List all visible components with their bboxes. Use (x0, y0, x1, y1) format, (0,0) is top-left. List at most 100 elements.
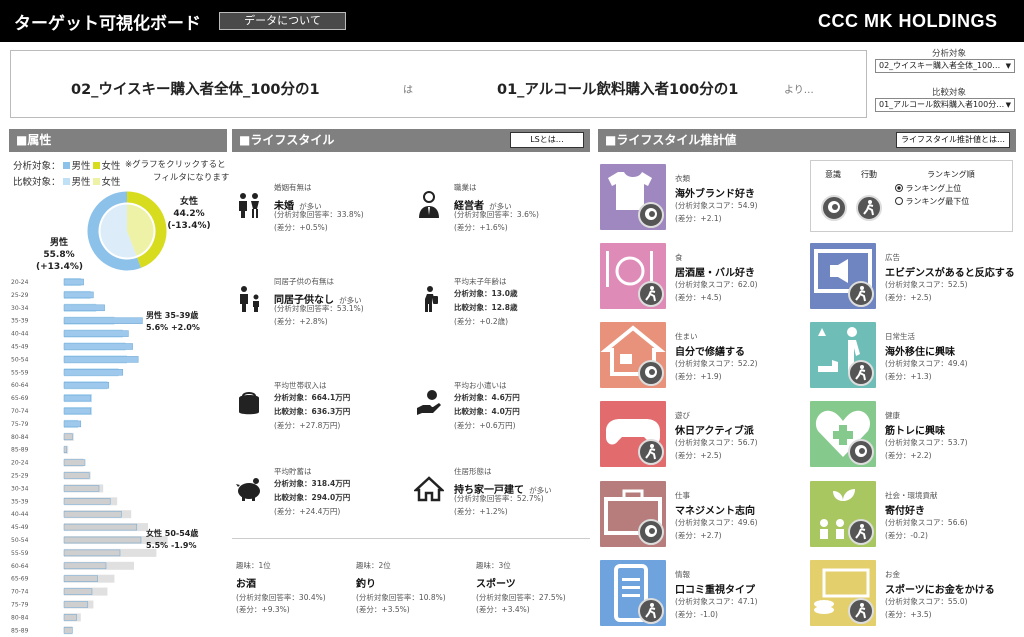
house-icon (412, 474, 446, 504)
male-target-bar[interactable] (63, 343, 133, 350)
estimate-category: 食 (675, 253, 683, 262)
action-icon (638, 598, 664, 624)
male-target-bar[interactable] (63, 356, 139, 363)
estimate-category: お金 (885, 570, 900, 579)
action-icon (638, 439, 664, 465)
lifestyle-diff: (差分：+0.6万円) (454, 421, 516, 430)
couple-icon (234, 190, 264, 220)
female-target-bar[interactable] (63, 498, 111, 505)
estimate-item[interactable]: 健康 筋トレに興味 (分析対象スコア：53.7) (差分：+2.2) (810, 401, 1010, 469)
action-icon (638, 281, 664, 307)
female-target-bar[interactable] (63, 536, 142, 544)
lifestyle-base-value: 比較対象：12.8歳 (454, 303, 518, 312)
estimate-item[interactable]: 衣類 海外ブランド好き (分析対象スコア：54.9) (差分：+2.1) (600, 164, 800, 232)
lifestyle-base-value: 比較対象：636.3万円 (274, 407, 351, 416)
male-age-label: 40-44 (11, 331, 29, 338)
estimate-item[interactable]: 食 居酒屋・バル好き (分析対象スコア：62.0) (差分：+4.5) (600, 243, 800, 311)
estimate-item[interactable]: 遊び 休日アクティブ派 (分析対象スコア：56.7) (差分：+2.5) (600, 401, 800, 469)
male-target-bar[interactable] (63, 394, 91, 402)
female-target-bar[interactable] (63, 523, 138, 531)
lifestyle-item: 平均世帯収入は 分析対象：664.1万円 比較対象：636.3万円 (差分：+27.8… (234, 378, 410, 448)
ranking-bottom-option[interactable]: ランキング最下位 (895, 196, 969, 207)
lifestyle-diff: (差分：+0.2歳) (454, 317, 509, 326)
hobby-diff: (差分：+9.3%) (236, 605, 290, 614)
female-swatch (92, 162, 100, 169)
female-target-bar[interactable] (63, 588, 93, 595)
lifestyle-header: ■ライフスタイル LSとは… (232, 129, 590, 152)
base-select-label: 比較対象 (932, 88, 967, 98)
female-target-bar[interactable] (63, 614, 77, 621)
estimate-name: 筋トレに興味 (885, 426, 945, 437)
female-target-bar[interactable] (63, 549, 121, 557)
female-target-bar[interactable] (63, 510, 122, 518)
female-target-bar[interactable] (63, 627, 73, 634)
male-target-bar[interactable] (63, 304, 105, 312)
estimate-item[interactable]: 日常生活 海外移住に興味 (分析対象スコア：49.4) (差分：+1.3) (810, 322, 1010, 390)
female-target-bar[interactable] (63, 601, 89, 608)
estimate-diff: (差分：-0.2) (885, 531, 928, 540)
lifestyle-category: 同居子供の有無は (274, 277, 334, 286)
estimate-diff: (差分：+2.7) (675, 531, 722, 540)
awareness-icon (638, 360, 664, 386)
male-target-bar[interactable] (63, 291, 94, 299)
estimate-category: 情報 (675, 570, 690, 579)
female-age-label: 70-74 (11, 589, 29, 596)
estimates-header: ■ライフスタイル推計値 ライフスタイル推計値とは… (598, 129, 1016, 152)
estimate-diff: (差分：+3.5) (885, 610, 932, 619)
radio-checked-icon[interactable] (895, 184, 903, 192)
female-age-label: 25-29 (11, 473, 29, 480)
estimates-about-button[interactable]: ライフスタイル推計値とは… (896, 132, 1010, 148)
estimate-item[interactable]: 情報 口コミ重視タイプ (分析対象スコア：47.1) (差分：-1.0) (600, 560, 800, 628)
lifestyle-target-value: 分析対象：664.1万円 (274, 393, 351, 402)
male-target-bar[interactable] (63, 278, 84, 286)
about-data-button[interactable]: データについて (219, 12, 346, 30)
female-age-label: 35-39 (11, 498, 29, 505)
female-target-bar[interactable] (63, 446, 68, 453)
male-target-bar[interactable] (63, 381, 110, 389)
male-target-bar[interactable] (63, 420, 82, 428)
base-select[interactable]: 01_アルコール飲料購入者100分… ▼ (875, 98, 1015, 112)
target-segment-name: 02_ウイスキー購入者全体_100分の1 (71, 82, 320, 98)
base-segment-name: 01_アルコール飲料購入者100分の1 (497, 82, 739, 98)
female-target-bar[interactable] (63, 575, 98, 582)
lifestyle-category: 平均末子年齢は (454, 277, 507, 286)
estimate-category: 仕事 (675, 491, 690, 500)
male-age-label: 65-69 (11, 395, 29, 402)
estimate-diff: (差分：+1.9) (675, 372, 722, 381)
estimate-name: 休日アクティブ派 (675, 426, 754, 437)
female-target-bar[interactable] (63, 459, 86, 466)
estimate-item[interactable]: 広告 エビデンスがあると反応する (分析対象スコア：52.5) (差分：+2.5… (810, 243, 1015, 311)
lifestyle-rate: (分析対象回答率：33.8%) (274, 210, 364, 219)
lifestyle-target-value: 分析対象：318.4万円 (274, 479, 351, 488)
estimate-item[interactable]: お金 スポーツにお金をかける (分析対象スコア：55.0) (差分：+3.5) (810, 560, 1010, 628)
female-target-bar[interactable] (63, 433, 73, 441)
estimate-category: 遊び (675, 411, 690, 420)
female-target-bar[interactable] (63, 485, 100, 492)
male-target-bar[interactable] (63, 407, 91, 415)
hobby-diff: (差分：+3.5%) (356, 605, 410, 614)
estimate-item[interactable]: 社会・環境貢献 寄付好き (分析対象スコア：56.6) (差分：-0.2) (810, 481, 1010, 549)
male-target-bar[interactable] (63, 317, 143, 324)
male-target-bar[interactable] (63, 369, 124, 376)
female-target-bar[interactable] (63, 562, 107, 570)
estimate-item[interactable]: 仕事 マネジメント志向 (分析対象スコア：49.6) (差分：+2.7) (600, 481, 800, 549)
estimate-diff: (差分：+1.3) (885, 372, 932, 381)
radio-unchecked-icon[interactable] (895, 197, 903, 205)
estimate-score: (分析対象スコア：54.9) (675, 201, 758, 210)
lifestyle-base-value: 比較対象：4.0万円 (454, 407, 520, 416)
estimate-item[interactable]: 住まい 自分で修繕する (分析対象スコア：52.2) (差分：+1.9) (600, 322, 800, 390)
male-target-bar[interactable] (63, 330, 129, 337)
female-age-label: 20-24 (11, 460, 29, 467)
male-age-label: 75-79 (11, 421, 29, 428)
estimate-name: マネジメント志向 (675, 506, 755, 517)
lifestyle-target-value: 分析対象：13.0歳 (454, 289, 518, 298)
male-peak-annotation: 男性 35-39歳 5.6% +2.0% (146, 311, 200, 332)
divider (232, 538, 590, 539)
ranking-top-option[interactable]: ランキング上位 (895, 183, 961, 194)
ls-about-button[interactable]: LSとは… (510, 132, 584, 148)
estimate-category: 社会・環境貢献 (885, 491, 938, 500)
target-select-value: 02_ウイスキー購入者全体_100… (879, 61, 1001, 70)
target-select[interactable]: 02_ウイスキー購入者全体_100… ▼ (875, 59, 1015, 73)
lifestyle-category: 平均世帯収入は (274, 381, 327, 390)
female-target-bar[interactable] (63, 472, 90, 479)
